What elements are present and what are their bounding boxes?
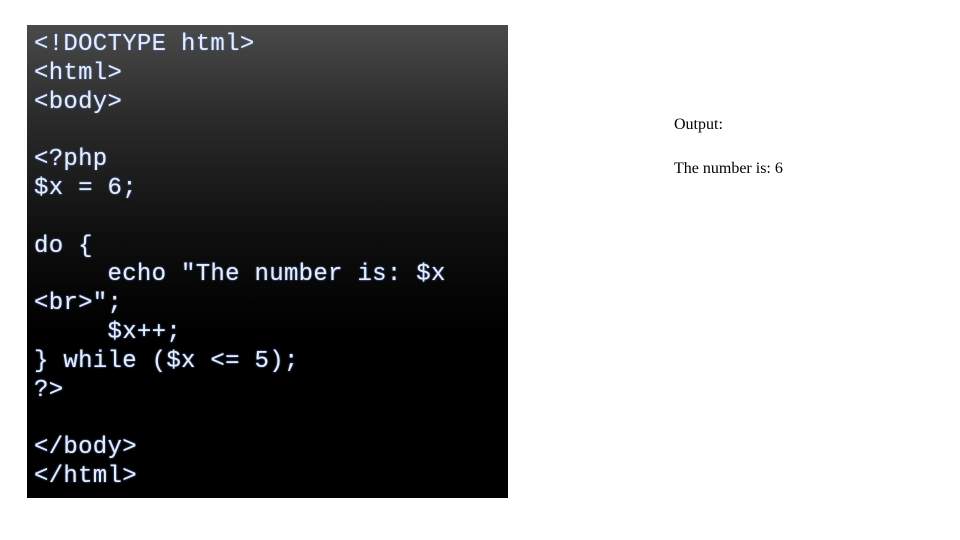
code-line: </body>: [34, 434, 137, 462]
code-line: <body>: [34, 88, 123, 116]
code-line: <html>: [34, 59, 123, 87]
code-line: <!DOCTYPE html>: [34, 31, 255, 58]
code-line: $x++;: [34, 318, 182, 346]
output-label: Output:: [674, 116, 723, 133]
code-line: <br>";: [34, 290, 123, 318]
code-line: ?>: [34, 376, 64, 404]
code-line: <?php: [34, 146, 108, 174]
code-line: do {: [34, 232, 93, 260]
code-line: echo "The number is: $x: [34, 261, 446, 289]
code-line: $x = 6;: [34, 174, 137, 202]
code-panel: <!DOCTYPE html> <html> <body> <?php $x =…: [27, 25, 508, 498]
code-line: } while ($x <= 5);: [34, 347, 299, 375]
code-line: </html>: [34, 462, 137, 490]
output-value: The number is: 6: [674, 160, 783, 177]
